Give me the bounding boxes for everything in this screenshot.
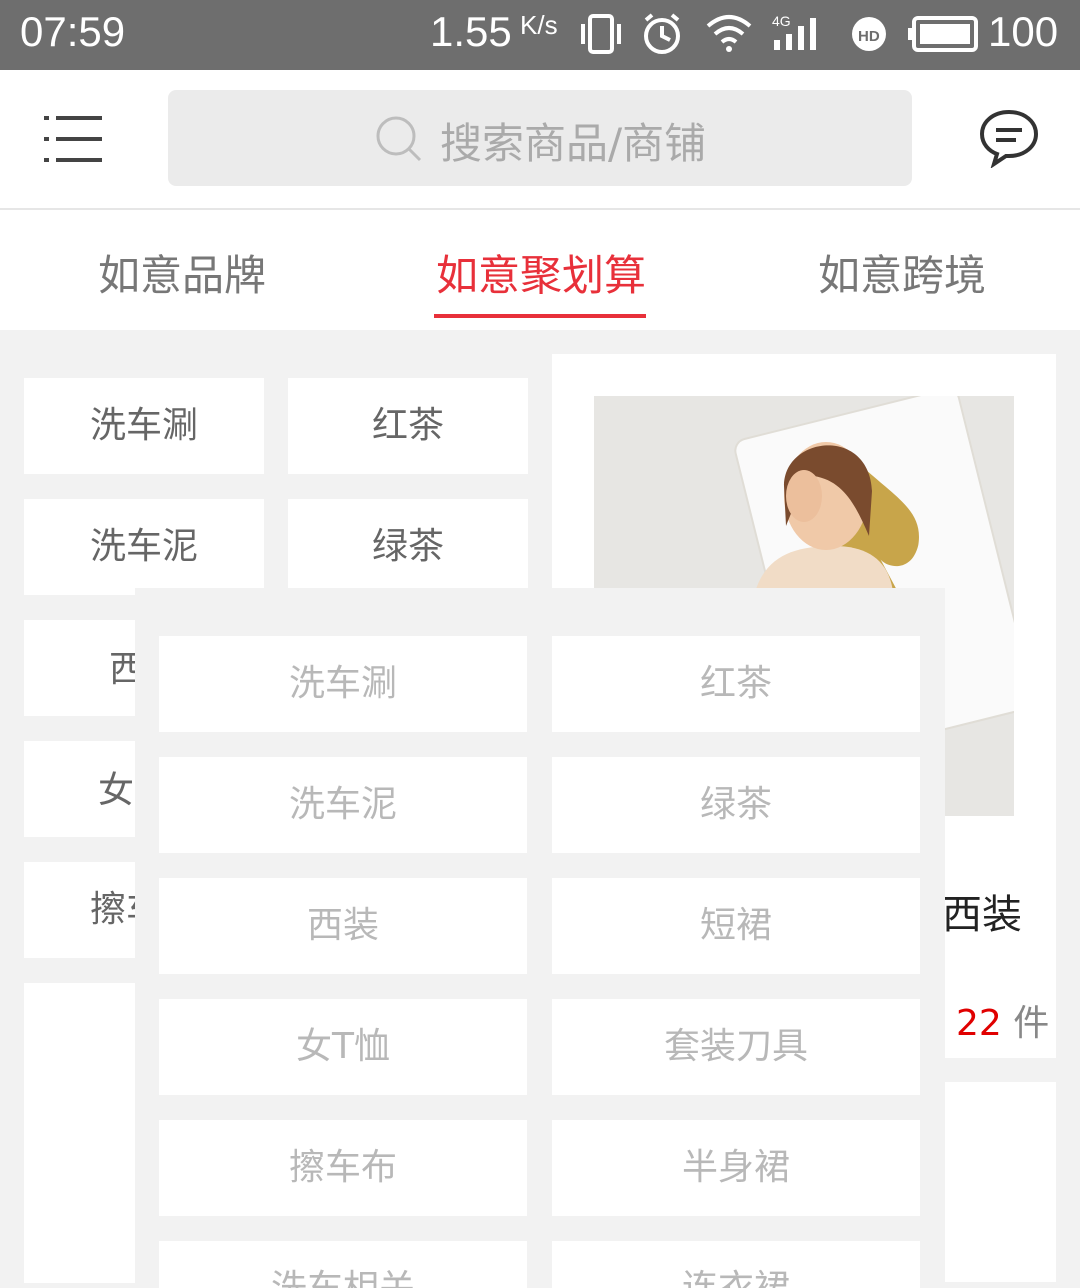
- category-dropdown: 洗车涮 红茶 洗车泥 绿茶 西装 短裙 女T恤 套装刀具 擦车布 半身裙 洗车相…: [135, 588, 945, 1288]
- category-item[interactable]: 擦车: [24, 862, 135, 958]
- dropdown-item[interactable]: 女T恤: [159, 999, 527, 1095]
- status-bar: 07:59 1.55 K/s 4G HD 100: [0, 0, 1080, 70]
- dropdown-item[interactable]: 红茶: [552, 636, 920, 732]
- category-item[interactable]: 西: [24, 620, 135, 716]
- hd-icon: HD: [852, 17, 886, 51]
- dropdown-item[interactable]: 绿茶: [552, 757, 920, 853]
- category-item-empty: [24, 983, 135, 1283]
- alarm-icon: [644, 13, 680, 54]
- menu-icon[interactable]: [44, 114, 102, 164]
- dropdown-item[interactable]: 擦车布: [159, 1120, 527, 1216]
- tab-group-buy[interactable]: 如意聚划算: [436, 242, 646, 303]
- net-speed-unit: K/s: [520, 10, 558, 40]
- tab-cross-border[interactable]: 如意跨境: [818, 242, 986, 303]
- wifi-icon: [706, 15, 752, 52]
- category-item[interactable]: 洗车涮: [24, 378, 264, 474]
- dropdown-item[interactable]: 洗车相关: [159, 1241, 527, 1288]
- dropdown-item[interactable]: 短裙: [552, 878, 920, 974]
- search-bar[interactable]: 搜索商品/商铺: [168, 90, 912, 186]
- status-time: 07:59: [20, 8, 126, 55]
- vibrate-icon: [581, 14, 621, 54]
- category-item[interactable]: 洗车泥: [24, 499, 264, 595]
- dropdown-item[interactable]: 连衣裙: [552, 1241, 920, 1288]
- battery-icon: [908, 16, 978, 52]
- svg-text:HD: HD: [858, 28, 880, 45]
- message-icon[interactable]: [978, 108, 1040, 168]
- dropdown-item[interactable]: 半身裙: [552, 1120, 920, 1216]
- category-item[interactable]: 绿茶: [288, 499, 528, 588]
- tab-brand[interactable]: 如意品牌: [98, 242, 266, 303]
- signal-4g-icon: 4G: [772, 13, 816, 50]
- active-tab-indicator: [434, 314, 646, 318]
- search-placeholder: 搜索商品/商铺: [440, 119, 707, 168]
- product-title: 西装: [942, 892, 1022, 938]
- category-item[interactable]: 红茶: [288, 378, 528, 474]
- product-count: 22 件: [956, 1003, 1050, 1044]
- dropdown-item[interactable]: 洗车泥: [159, 757, 527, 853]
- dropdown-item[interactable]: 洗车涮: [159, 636, 527, 732]
- category-item[interactable]: 女: [24, 741, 135, 837]
- dropdown-item[interactable]: 西装: [159, 878, 527, 974]
- app-header: 搜索商品/商铺: [0, 70, 1080, 210]
- net-speed: 1.55: [430, 8, 512, 55]
- tab-bar: 如意品牌 如意聚划算 如意跨境: [0, 210, 1080, 330]
- svg-text:4G: 4G: [772, 13, 791, 29]
- battery-level: 100: [988, 8, 1059, 55]
- dropdown-item[interactable]: 套装刀具: [552, 999, 920, 1095]
- search-icon: [376, 116, 422, 162]
